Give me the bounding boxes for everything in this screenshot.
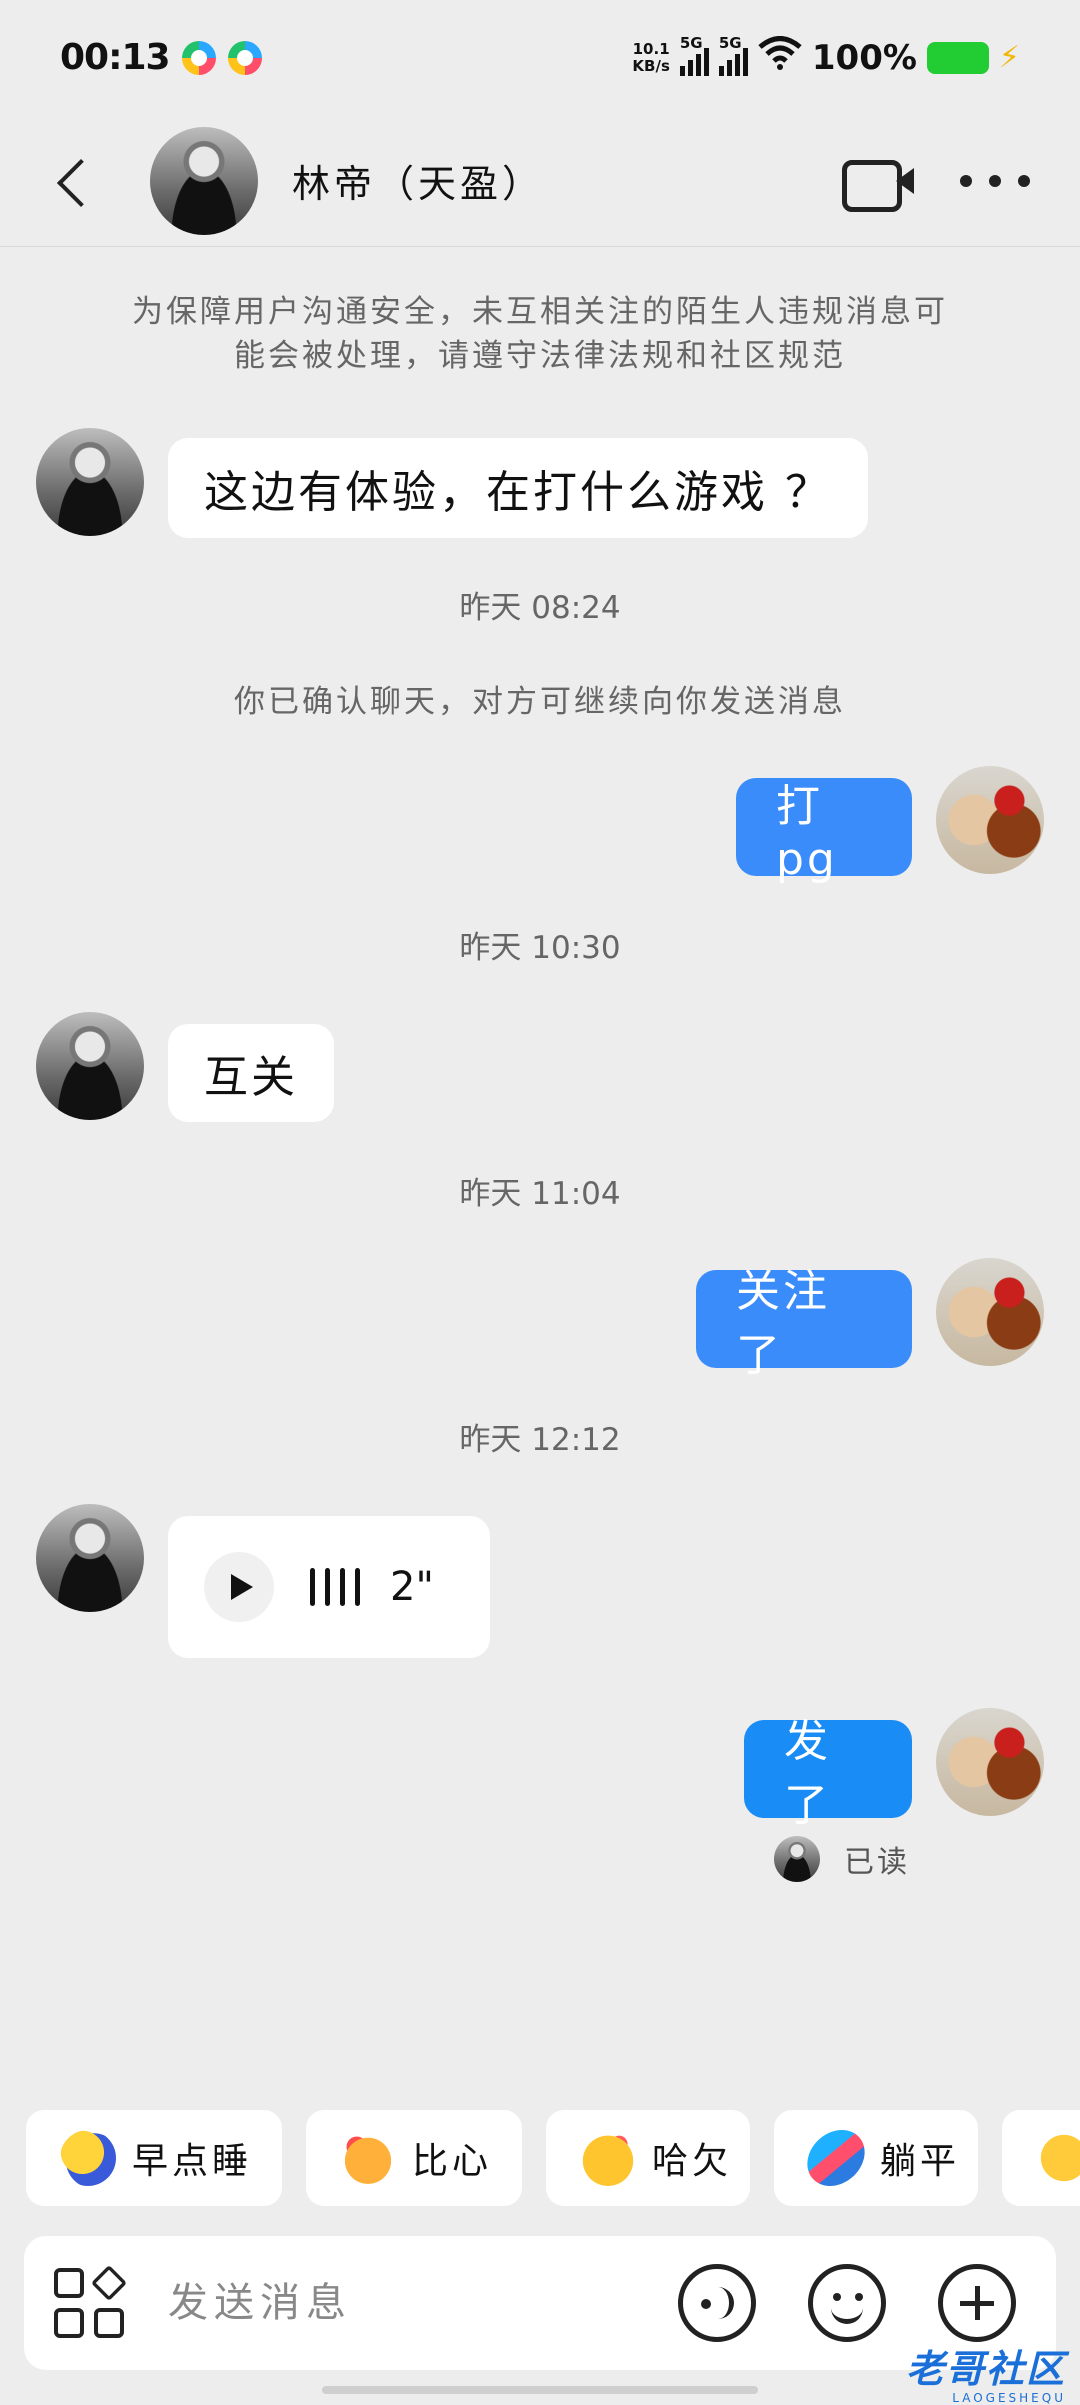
timestamp: 昨天 10:30 [459,930,621,966]
video-call-icon[interactable] [842,156,914,212]
emoji-icon[interactable] [808,2264,886,2342]
timestamp: 昨天 11:04 [459,1176,621,1212]
message-bubble-outgoing[interactable]: 打pg [736,778,912,885]
safety-notice: 为保障用户沟通安全，未互相关注的陌生人违规消息可能会被处理，请遵守法律法规和社区… [132,294,948,374]
watermark-logo: 老哥社区 LAOGESHEQU [906,2338,1066,2405]
apps-icon[interactable] [54,2264,128,2338]
more-icon[interactable] [960,171,1030,191]
quick-reply-bar: 早点睡 比心 哈欠 躺平 [0,2110,1080,2210]
message-input[interactable] [168,2280,678,2326]
message-bubble-outgoing[interactable]: 发了 [744,1716,912,1831]
lie-flat-emoji-icon [802,2130,870,2186]
contact-avatar[interactable] [36,1012,144,1120]
quick-reply-label: 比心 [412,2141,493,2182]
quick-reply-chip[interactable] [1002,2110,1080,2206]
my-avatar[interactable] [936,1708,1044,1816]
contact-avatar[interactable] [150,126,258,235]
battery-percent: 100% [811,37,917,78]
message-bubble-incoming[interactable]: 这边有体验，在打什么游戏 ？ [168,438,868,538]
emoji-icon [1036,2130,1080,2186]
signal-icon: 5G [718,34,748,76]
plus-icon[interactable] [938,2264,1016,2342]
timestamp: 昨天 08:24 [459,590,621,626]
message-bubble-outgoing[interactable]: 关注了 [696,1266,912,1381]
watermark-text: 老哥社区 [905,2347,1066,2391]
play-icon[interactable] [204,1552,274,1622]
network-speed: 10.1 KB/s [632,39,670,75]
charging-icon: ⚡ [998,40,1020,75]
battery-icon [926,41,989,74]
status-bar: 00:13 10.1 KB/s 5G 5G 100% ⚡ [0,0,1080,115]
contact-avatar[interactable] [36,428,144,536]
voice-message-bubble[interactable]: 2" [168,1516,490,1658]
reader-avatar [774,1836,820,1882]
contact-avatar[interactable] [36,1504,144,1612]
signal-icon: 5G [679,34,709,76]
message-input-bar [24,2236,1056,2370]
quick-reply-label: 早点睡 [132,2141,253,2182]
my-avatar[interactable] [936,766,1044,874]
read-status: 已读 [844,1845,910,1880]
yawn-emoji-icon [580,2130,636,2186]
voice-wave-icon [310,1568,360,1606]
system-message: 你已确认聊天，对方可继续向你发送消息 [234,684,846,720]
quick-reply-label: 哈欠 [652,2141,733,2182]
message-bubble-incoming[interactable]: 互关 [168,1024,334,1122]
app-notification-icon [181,40,216,75]
wifi-icon [758,36,802,79]
sleep-emoji-icon [60,2130,116,2186]
quick-reply-chip[interactable]: 比心 [306,2110,522,2206]
quick-reply-chip[interactable]: 躺平 [774,2110,978,2206]
heart-hands-emoji-icon [340,2130,396,2186]
read-receipt: 已读 [774,1836,910,1882]
timestamp: 昨天 12:12 [459,1422,621,1458]
quick-reply-chip[interactable]: 早点睡 [26,2110,282,2206]
watermark-subtext: LAOGESHEQU [952,2391,1066,2405]
app-notification-icon [227,40,262,75]
quick-reply-label: 躺平 [880,2141,961,2182]
voice-duration: 2" [390,1564,434,1610]
voice-input-icon[interactable] [678,2264,756,2342]
back-icon[interactable] [40,146,110,216]
chat-header: 林帝（天盈） [0,115,1080,247]
home-indicator[interactable] [322,2386,758,2394]
contact-name[interactable]: 林帝（天盈） [292,153,544,208]
quick-reply-chip[interactable]: 哈欠 [546,2110,750,2206]
my-avatar[interactable] [936,1258,1044,1366]
status-time: 00:13 [60,37,171,78]
